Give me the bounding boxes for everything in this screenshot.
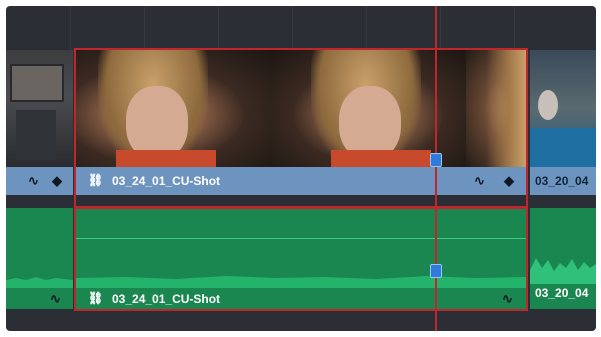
clip-name-label: 03_24_01_CU-Shot bbox=[112, 292, 221, 306]
keyframe-diamond-icon[interactable]: ◆ bbox=[52, 174, 62, 187]
window-shape bbox=[10, 64, 64, 102]
grid-line bbox=[440, 6, 441, 50]
link-icon[interactable]: ⛓ bbox=[88, 292, 103, 305]
shirt-shape bbox=[331, 150, 431, 167]
shirt-shape bbox=[116, 150, 216, 167]
woman-closeup-thumbnail bbox=[76, 50, 271, 167]
audio-waveform bbox=[6, 277, 73, 288]
clip-name-label: 03_24_01_CU-Shot bbox=[112, 174, 221, 188]
building-wall-thumbnail bbox=[6, 50, 73, 167]
grid-line bbox=[144, 6, 145, 50]
face-shape bbox=[339, 86, 401, 160]
wall-shadow bbox=[16, 110, 56, 160]
table-surface bbox=[530, 128, 596, 167]
grid-line bbox=[514, 6, 515, 50]
timeline[interactable]: ∿ ◆ ⛓ 03_24_01_CU-Shot ∿ ◆ 03_20_04 ∿ ⛓ … bbox=[6, 6, 596, 331]
video-clip-bar: ⛓ 03_24_01_CU-Shot ∿ ◆ bbox=[76, 167, 526, 195]
curve-icon[interactable]: ∿ bbox=[28, 174, 39, 187]
clip-name-label: 03_20_04 bbox=[535, 174, 589, 188]
curve-icon[interactable]: ∿ bbox=[502, 292, 513, 305]
curve-icon[interactable]: ∿ bbox=[474, 174, 485, 187]
audio-clip-main[interactable]: ⛓ 03_24_01_CU-Shot ∿ bbox=[76, 208, 526, 309]
video-clip-main[interactable]: ⛓ 03_24_01_CU-Shot ∿ ◆ bbox=[76, 50, 526, 207]
link-icon[interactable]: ⛓ bbox=[88, 174, 103, 187]
audio-clip-left[interactable]: ∿ bbox=[6, 208, 73, 309]
edit-point-marker[interactable] bbox=[430, 153, 442, 167]
grid-line bbox=[366, 6, 367, 50]
audio-clip-right[interactable]: 03_20_04 bbox=[530, 208, 596, 309]
video-clip-left[interactable]: ∿ ◆ bbox=[6, 50, 73, 207]
grid-line bbox=[218, 6, 219, 50]
playhead[interactable] bbox=[435, 6, 437, 331]
video-clip-bar: ∿ ◆ bbox=[6, 167, 73, 195]
grid-line bbox=[292, 6, 293, 50]
ball-shape bbox=[538, 90, 558, 120]
pool-table-thumbnail bbox=[530, 50, 596, 167]
video-clip-bar: 03_20_04 bbox=[530, 167, 596, 195]
keyframe-diamond-icon[interactable]: ◆ bbox=[504, 174, 514, 187]
face-shape bbox=[126, 86, 188, 160]
woman-closeup-thumbnail bbox=[466, 50, 526, 167]
clip-name-label: 03_20_04 bbox=[535, 286, 589, 300]
curve-icon[interactable]: ∿ bbox=[50, 292, 61, 305]
hair-shape bbox=[486, 50, 526, 167]
edit-point-marker[interactable] bbox=[430, 264, 442, 278]
grid-line bbox=[70, 6, 71, 50]
video-clip-right[interactable]: 03_20_04 bbox=[530, 50, 596, 207]
